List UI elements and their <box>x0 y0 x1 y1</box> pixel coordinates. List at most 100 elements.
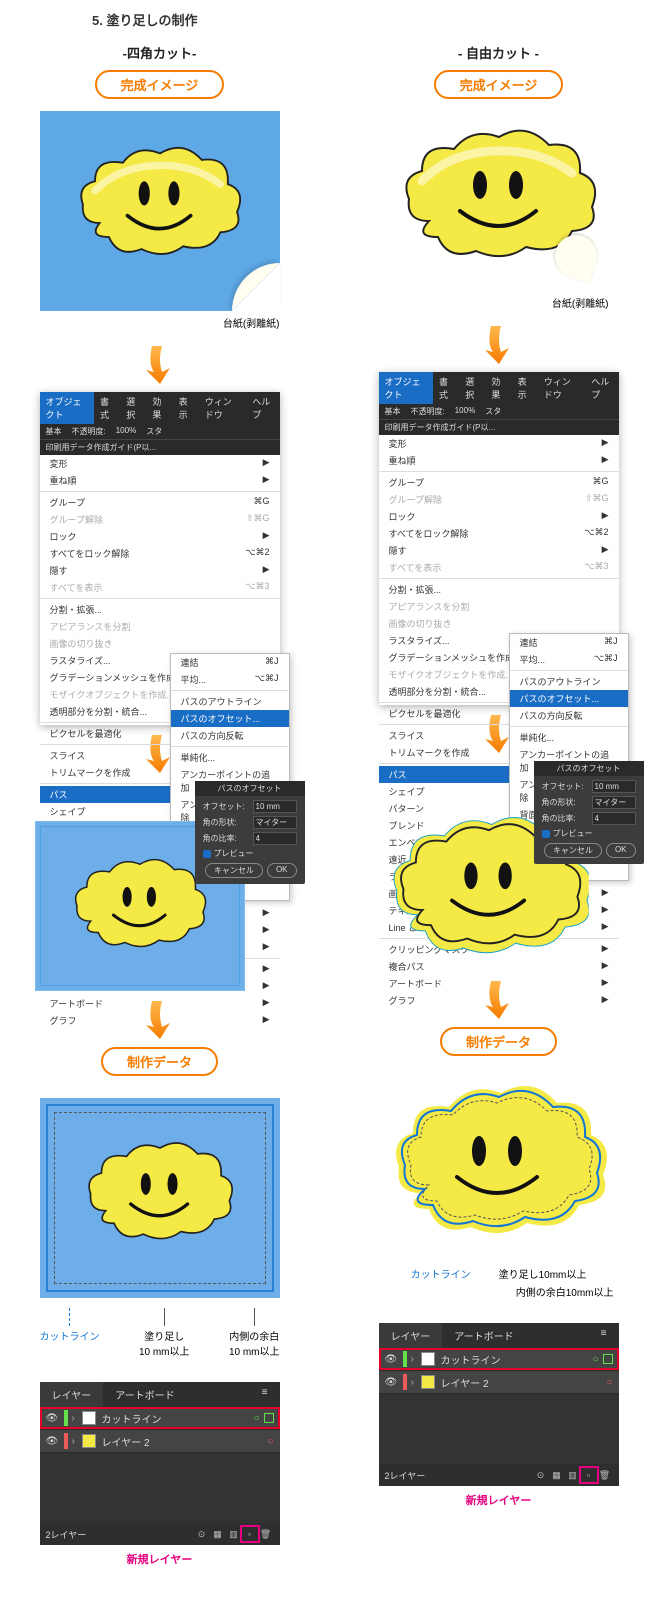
menu-type[interactable]: 書式 <box>94 392 120 424</box>
menu-item[interactable]: 画像の切り抜き <box>40 635 280 652</box>
menubar[interactable]: オブジェクト 書式 選択 効果 表示 ウィンドウ ヘルプ <box>379 372 619 404</box>
menu-item[interactable]: ロック▶ <box>40 528 280 545</box>
layer-row-2[interactable]: 👁 › レイヤー 2 ○ <box>40 1430 280 1453</box>
tab-layers[interactable]: レイヤー <box>379 1323 443 1348</box>
menu-item[interactable]: 隠す▶ <box>379 542 619 559</box>
column-square-cut: -四角カット- 完成イメージ 台紙(剥離紙) オブジェクト 書式 <box>20 43 299 1567</box>
visibility-icon[interactable]: 👁 <box>385 1377 399 1388</box>
new-layer-icon[interactable]: ▫ <box>581 1468 597 1482</box>
menu-item[interactable]: グループ⌘G <box>40 494 280 511</box>
menu-item[interactable]: グラフ▶ <box>379 992 619 1009</box>
sublayer-icon[interactable]: ▥ <box>565 1468 581 1482</box>
menu-item[interactable]: アピアランスを分割 <box>379 598 619 615</box>
submenu-item[interactable]: パスのアウトライン <box>510 673 628 690</box>
submenu-item[interactable]: 単純化... <box>171 749 289 766</box>
layer-row-cutline[interactable]: 👁 › カットライン ○ <box>40 1407 280 1430</box>
menu-item[interactable]: すべてを表示⌥⌘3 <box>40 579 280 596</box>
ok-button[interactable]: OK <box>267 863 297 878</box>
menu-effect[interactable]: 効果 <box>146 392 172 424</box>
cancel-button[interactable]: キャンセル <box>205 863 263 878</box>
panel-menu-icon[interactable]: ≡ <box>250 1382 280 1407</box>
delete-icon[interactable]: 🗑 <box>597 1468 613 1482</box>
offset-input[interactable] <box>253 800 297 813</box>
production-badge-left: 制作データ <box>101 1047 218 1076</box>
delete-icon[interactable]: 🗑 <box>258 1527 274 1541</box>
menu-select[interactable]: 選択 <box>459 372 485 404</box>
menu-item[interactable]: 分割・拡張... <box>40 601 280 618</box>
menu-item[interactable]: 分割・拡張... <box>379 581 619 598</box>
miter-input[interactable] <box>592 812 636 825</box>
menu-item[interactable]: グループ解除⇧⌘G <box>379 491 619 508</box>
menu-view[interactable]: 表示 <box>512 372 538 404</box>
cancel-button[interactable]: キャンセル <box>544 843 602 858</box>
menu-item[interactable]: すべてを表示⌥⌘3 <box>379 559 619 576</box>
sublayer-icon[interactable]: ▥ <box>226 1527 242 1541</box>
menubar[interactable]: オブジェクト 書式 選択 効果 表示 ウィンドウ ヘルプ <box>40 392 280 424</box>
menu-item[interactable]: 重ね順▶ <box>40 472 280 489</box>
menu-help[interactable]: ヘルプ <box>246 392 279 424</box>
new-layer-label: 新規レイヤー <box>127 1551 193 1567</box>
submenu-item[interactable]: 平均...⌥⌘J <box>510 651 628 668</box>
submenu-item[interactable]: パスのオフセット... <box>171 710 289 727</box>
menu-item[interactable]: アピアランスを分割 <box>40 618 280 635</box>
cut-title-right: - 自由カット - <box>458 43 539 62</box>
layer-row-2[interactable]: 👁 › レイヤー 2 ○ <box>379 1371 619 1394</box>
menu-item[interactable]: ロック▶ <box>379 508 619 525</box>
panel-menu-icon[interactable]: ≡ <box>589 1323 619 1348</box>
menu-item[interactable]: 変形▶ <box>379 435 619 452</box>
offset-input[interactable] <box>592 780 636 793</box>
tab-artboards[interactable]: アートボード <box>442 1323 525 1348</box>
locate-icon[interactable]: ⊙ <box>533 1468 549 1482</box>
preview-checkbox[interactable] <box>203 850 211 858</box>
submenu-item[interactable]: 連結⌘J <box>510 634 628 651</box>
submenu-item[interactable]: パスのアウトライン <box>171 693 289 710</box>
visibility-icon[interactable]: 👁 <box>385 1354 399 1365</box>
menu-item[interactable]: 変形▶ <box>40 455 280 472</box>
menu-item[interactable]: アートボード▶ <box>379 975 619 992</box>
menu-item[interactable]: グループ⌘G <box>379 474 619 491</box>
cloud-face-illustration <box>67 853 212 959</box>
submenu-item[interactable]: パスの方向反転 <box>171 727 289 744</box>
submenu-item[interactable]: パスの方向反転 <box>510 707 628 724</box>
menu-effect[interactable]: 効果 <box>485 372 511 404</box>
tab-layers[interactable]: レイヤー <box>40 1382 104 1407</box>
submenu-item[interactable]: 平均...⌥⌘J <box>171 671 289 688</box>
doc-tab[interactable]: 印刷用データ作成ガイド(P以... <box>40 439 280 455</box>
tab-artboards[interactable]: アートボード <box>103 1382 186 1407</box>
menu-window[interactable]: ウィンドウ <box>538 372 585 404</box>
cloud-face-illustration <box>79 1136 241 1253</box>
ok-button[interactable]: OK <box>606 843 636 858</box>
menu-select[interactable]: 選択 <box>120 392 146 424</box>
menu-item[interactable]: 隠す▶ <box>40 562 280 579</box>
preview-checkbox[interactable] <box>542 830 550 838</box>
layers-tabs[interactable]: レイヤー アートボード ≡ <box>40 1382 280 1407</box>
menu-item[interactable]: アートボード▶ <box>40 995 280 1012</box>
join-select[interactable] <box>592 796 636 809</box>
submenu-item[interactable]: パスのオフセット... <box>510 690 628 707</box>
menu-item[interactable]: 画像の切り抜き <box>379 615 619 632</box>
visibility-icon[interactable]: 👁 <box>46 1436 60 1447</box>
miter-input[interactable] <box>253 832 297 845</box>
menu-view[interactable]: 表示 <box>173 392 199 424</box>
visibility-icon[interactable]: 👁 <box>46 1413 60 1424</box>
menu-item[interactable]: すべてをロック解除⌥⌘2 <box>379 525 619 542</box>
mask-icon[interactable]: ▦ <box>210 1527 226 1541</box>
doc-tab[interactable]: 印刷用データ作成ガイド(P以... <box>379 419 619 435</box>
menu-item[interactable]: グラフ▶ <box>40 1012 280 1029</box>
new-layer-icon[interactable]: ▫ <box>242 1527 258 1541</box>
menu-window[interactable]: ウィンドウ <box>199 392 246 424</box>
menu-help[interactable]: ヘルプ <box>585 372 618 404</box>
submenu-item[interactable]: 連結⌘J <box>171 654 289 671</box>
menu-item[interactable]: すべてをロック解除⌥⌘2 <box>40 545 280 562</box>
locate-icon[interactable]: ⊙ <box>194 1527 210 1541</box>
inner-margin-label: 内側の余白10mm以上 <box>516 1288 614 1299</box>
menu-object[interactable]: オブジェクト <box>379 372 434 404</box>
menu-object[interactable]: オブジェクト <box>40 392 95 424</box>
join-select[interactable] <box>253 816 297 829</box>
submenu-item[interactable]: 単純化... <box>510 729 628 746</box>
menu-type[interactable]: 書式 <box>433 372 459 404</box>
mask-icon[interactable]: ▦ <box>549 1468 565 1482</box>
layer-row-cutline[interactable]: 👁 › カットライン ○ <box>379 1348 619 1371</box>
menu-item[interactable]: グループ解除⇧⌘G <box>40 511 280 528</box>
menu-item[interactable]: 重ね順▶ <box>379 452 619 469</box>
